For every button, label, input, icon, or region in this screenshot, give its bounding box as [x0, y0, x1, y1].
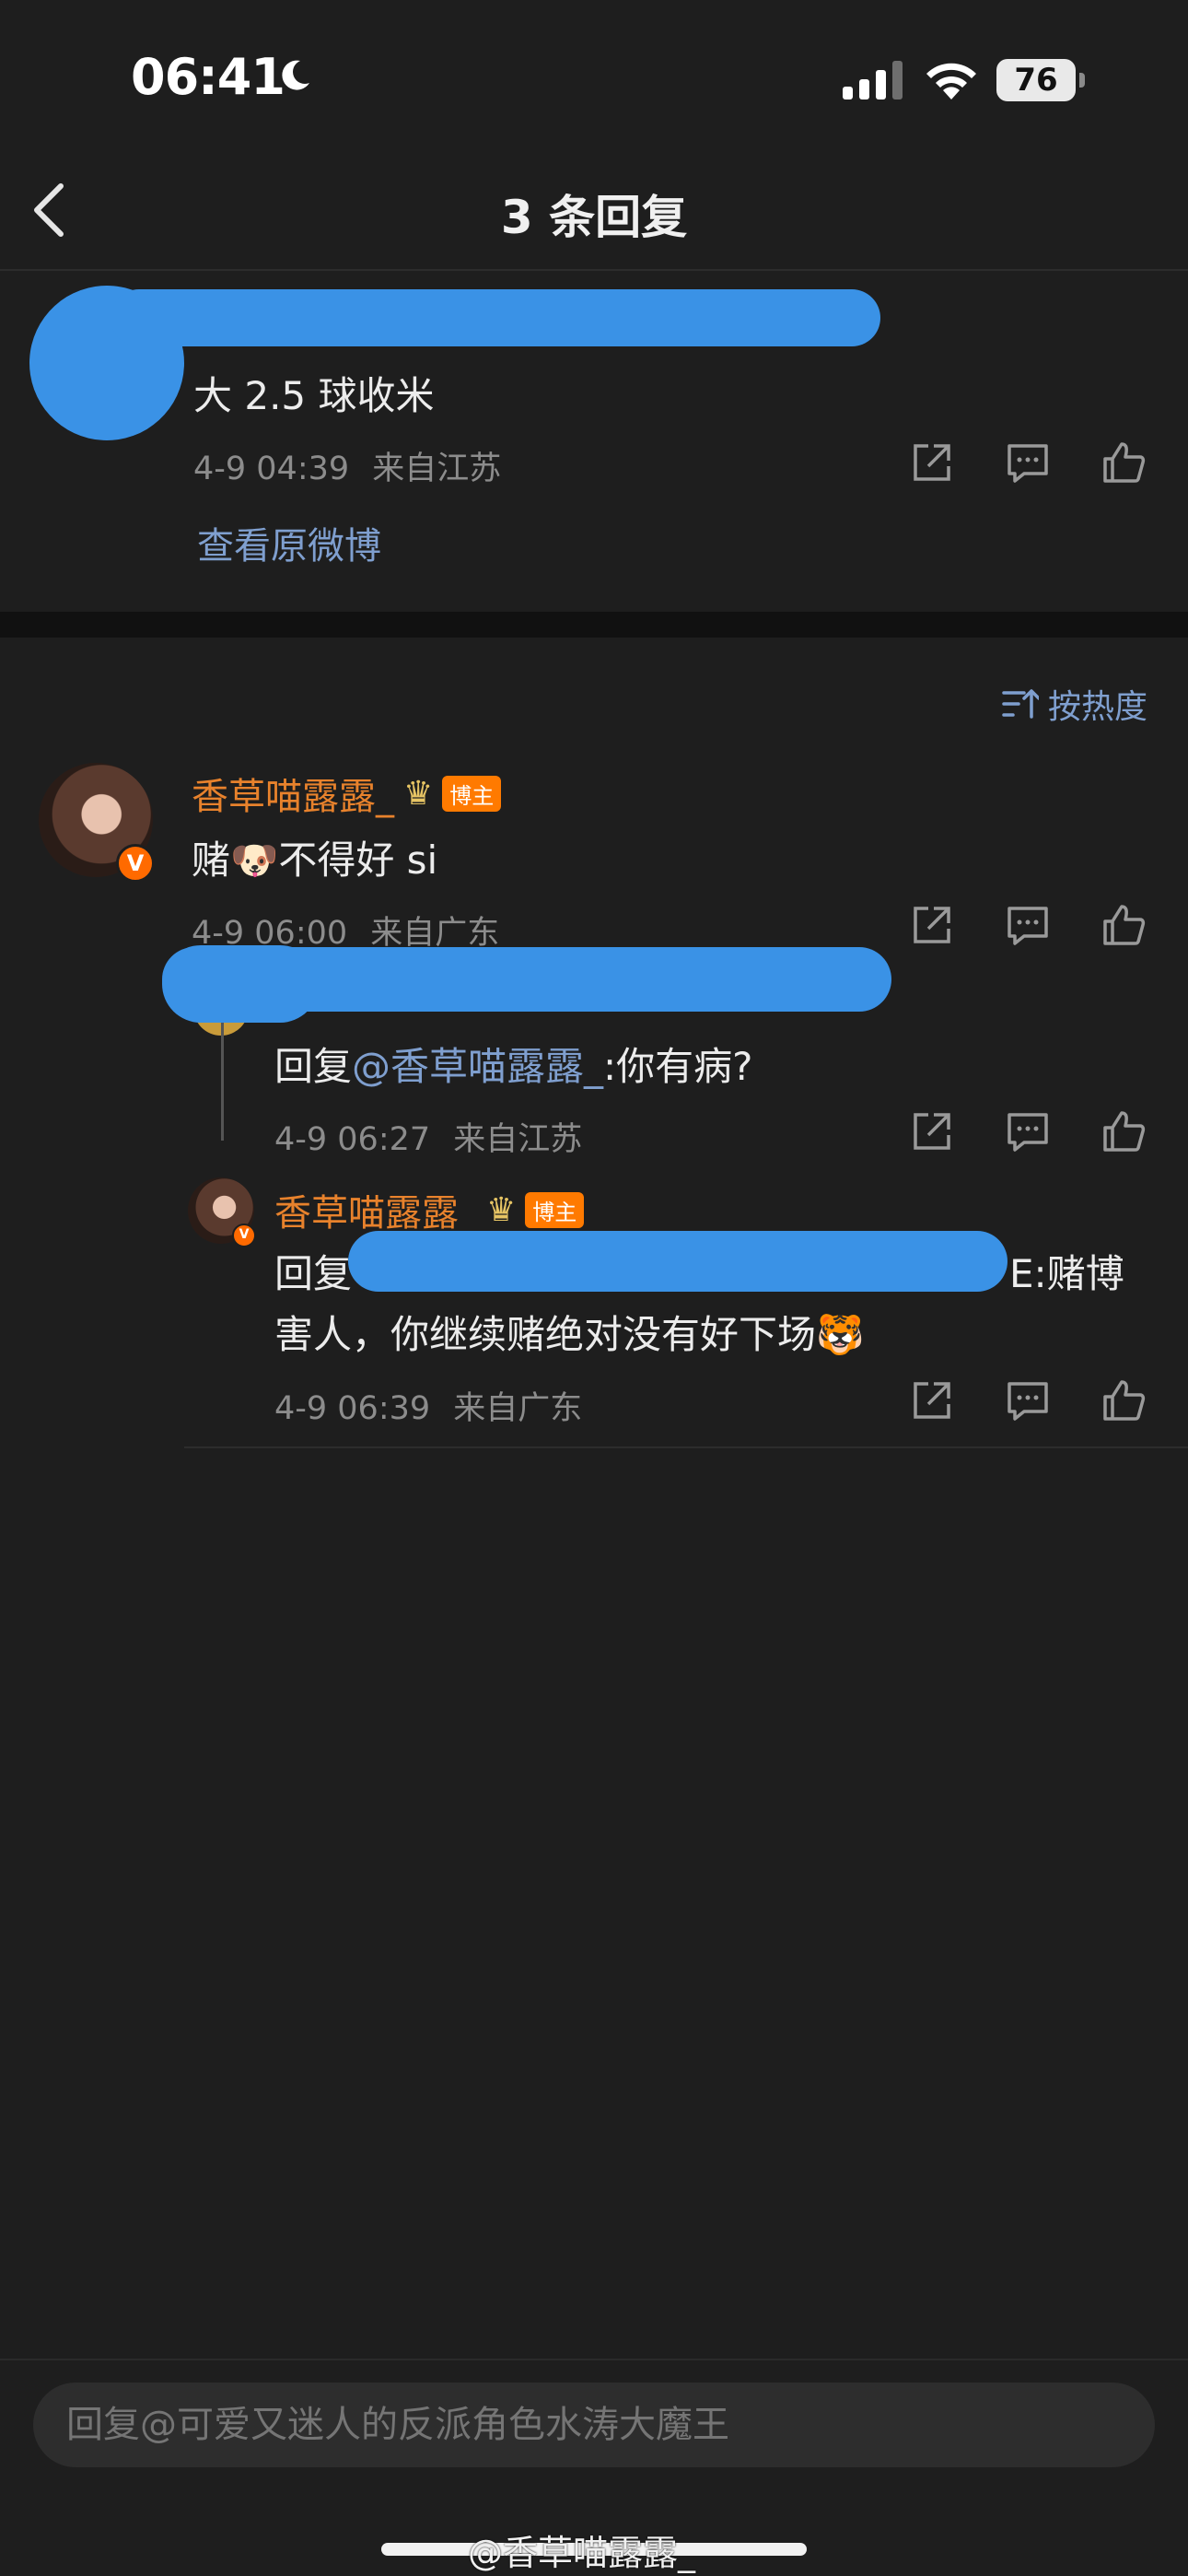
- dog-emoji-icon: 🐶: [230, 837, 279, 883]
- like-button[interactable]: [1100, 1376, 1147, 1424]
- section-divider: [0, 612, 1188, 638]
- reply2-header: 香草喵露露_ ♛ 博主: [274, 1183, 585, 1236]
- thumbs-up-icon: [1103, 442, 1146, 483]
- reply2-location: 来自广东: [453, 1390, 583, 1427]
- verified-badge: V: [232, 1224, 256, 1247]
- comment-icon: [1007, 907, 1048, 945]
- reply1-date: 4-9 06:27: [274, 1121, 431, 1158]
- comment-button[interactable]: [1004, 1107, 1052, 1155]
- signal-icon: [843, 61, 903, 100]
- moon-icon: [276, 57, 313, 94]
- mention-link[interactable]: @香草喵露露_: [352, 1044, 603, 1089]
- op-comment-date: 4-9 04:39: [193, 451, 350, 487]
- battery-level: 76: [1014, 62, 1058, 99]
- reply1-text: 回复@香草喵露露_:你有病?: [274, 1044, 753, 1089]
- like-button[interactable]: [1100, 901, 1147, 949]
- redaction-mark: [348, 1231, 1007, 1292]
- comment-button[interactable]: [1004, 901, 1052, 949]
- comment-icon: [1007, 1113, 1048, 1152]
- thumbs-up-icon: [1103, 1380, 1146, 1421]
- thumbs-up-icon: [1103, 905, 1146, 945]
- op-comment-meta: 4-9 04:39 来自江苏: [193, 442, 501, 489]
- redaction-mark: [162, 945, 319, 1023]
- comment-button[interactable]: [1004, 439, 1052, 486]
- watermark: @香草喵露露_: [468, 2533, 696, 2573]
- nav-divider: [0, 269, 1188, 271]
- sort-label: 按热度: [1047, 688, 1147, 726]
- share-button[interactable]: [908, 901, 956, 949]
- comment-button[interactable]: [1004, 1376, 1052, 1424]
- reply-input[interactable]: [33, 2383, 1155, 2467]
- op-comment-location: 来自江苏: [372, 451, 502, 487]
- crown-icon: ♛: [403, 774, 434, 813]
- view-original-link[interactable]: 查看原微博: [197, 516, 381, 569]
- share-icon: [914, 1382, 950, 1419]
- verified-badge: V: [116, 844, 155, 883]
- row-divider: [184, 1446, 1188, 1448]
- wifi-icon: [923, 57, 980, 101]
- share-icon: [914, 907, 950, 943]
- comment-icon: [1007, 1382, 1048, 1421]
- thread-line: [221, 1023, 224, 1141]
- like-button[interactable]: [1100, 439, 1147, 486]
- battery-icon: 76: [996, 59, 1085, 101]
- share-button[interactable]: [908, 1107, 956, 1155]
- redaction-mark: [111, 289, 880, 346]
- reply1-meta: 4-9 06:27 来自江苏: [274, 1113, 582, 1160]
- host-badge: 博主: [525, 1191, 585, 1228]
- share-button[interactable]: [908, 439, 956, 486]
- reply2-date: 4-9 06:39: [274, 1390, 431, 1427]
- page-title: 3 条回复: [500, 191, 688, 244]
- comment-text: 赌🐶不得好 si: [192, 837, 438, 883]
- thumbs-up-icon: [1103, 1111, 1146, 1152]
- op-comment-text: 大 2.5 球收米: [193, 373, 435, 418]
- share-button[interactable]: [908, 1376, 956, 1424]
- reply2-meta: 4-9 06:39 来自广东: [274, 1382, 582, 1429]
- comment-username[interactable]: 香草喵露露_: [192, 767, 394, 820]
- chevron-left-icon: [34, 183, 64, 237]
- sort-icon: [1002, 689, 1039, 719]
- share-icon: [914, 444, 950, 481]
- comment-location: 来自广东: [370, 915, 500, 952]
- status-time: 06:41: [131, 48, 285, 106]
- comment-icon: [1007, 444, 1048, 483]
- tiger-emoji-icon: 🐯: [816, 1312, 865, 1357]
- host-badge: 博主: [442, 775, 502, 812]
- share-icon: [914, 1113, 950, 1150]
- comment-header: 香草喵露露_ ♛ 博主: [192, 767, 502, 820]
- back-button[interactable]: [28, 181, 68, 240]
- crown-icon: ♛: [486, 1190, 517, 1229]
- reply2-username[interactable]: 香草喵露露_: [274, 1183, 477, 1236]
- like-button[interactable]: [1100, 1107, 1147, 1155]
- reply1-location: 来自江苏: [453, 1121, 583, 1158]
- sort-button[interactable]: 按热度: [1002, 680, 1147, 728]
